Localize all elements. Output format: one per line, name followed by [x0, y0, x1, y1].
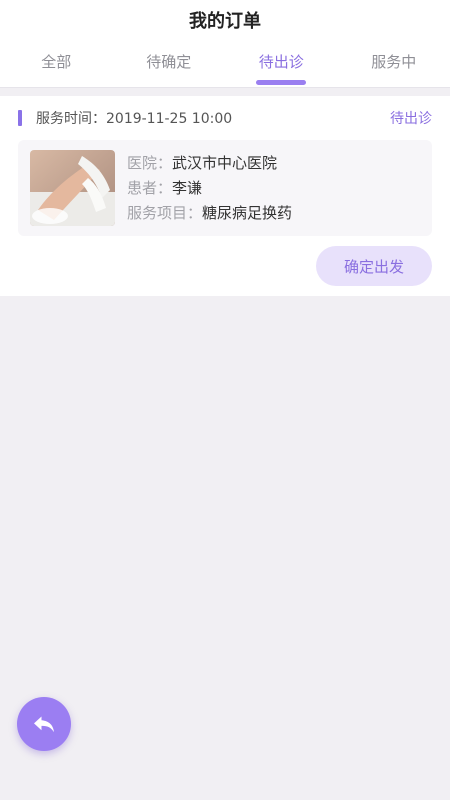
tab-pending-confirm[interactable]: 待确定: [113, 40, 226, 87]
order-actions: 确定出发: [18, 236, 432, 286]
active-tab-indicator: [256, 80, 307, 85]
order-card: 服务时间：2019-11-25 10:00 待出诊 医院：武汉市中心医院 患者：…: [0, 96, 450, 296]
service-time: 服务时间：2019-11-25 10:00: [36, 111, 233, 127]
order-tabs: 全部 待确定 待出诊 服务中: [0, 40, 450, 88]
hospital-value: 武汉市中心医院: [172, 153, 278, 172]
service-row: 服务项目：糖尿病足换药: [127, 201, 420, 226]
tab-label: 待确定: [146, 53, 192, 71]
accent-bar: [18, 110, 22, 126]
service-label: 服务项目：: [127, 203, 203, 222]
confirm-depart-button[interactable]: 确定出发: [316, 246, 432, 286]
page-title: 我的订单: [189, 11, 261, 32]
patient-value: 李谦: [172, 178, 203, 197]
tab-label: 待出诊: [258, 53, 304, 71]
order-details: 医院：武汉市中心医院 患者：李谦 服务项目：糖尿病足换药: [127, 151, 420, 226]
service-value: 糖尿病足换药: [202, 203, 293, 222]
patient-row: 患者：李谦: [127, 176, 420, 201]
foot-care-photo: [30, 150, 115, 226]
tab-label: 服务中: [371, 53, 417, 71]
order-status: 待出诊: [390, 111, 432, 127]
back-button[interactable]: [17, 697, 71, 751]
tab-all[interactable]: 全部: [0, 40, 113, 87]
undo-arrow-icon: [34, 716, 54, 733]
tab-pending-visit[interactable]: 待出诊: [225, 40, 338, 87]
tab-label: 全部: [41, 53, 72, 71]
header: 我的订单: [0, 0, 450, 40]
patient-label: 患者：: [127, 178, 173, 197]
hospital-row: 医院：武汉市中心医院: [127, 151, 420, 176]
orders-page: 我的订单 全部 待确定 待出诊 服务中 服务时间：2019-11-25 10:0…: [0, 0, 450, 800]
order-header: 服务时间：2019-11-25 10:00 待出诊: [18, 96, 432, 140]
tab-in-service[interactable]: 服务中: [338, 40, 450, 87]
hospital-label: 医院：: [127, 153, 173, 172]
order-info[interactable]: 医院：武汉市中心医院 患者：李谦 服务项目：糖尿病足换药: [18, 140, 432, 236]
